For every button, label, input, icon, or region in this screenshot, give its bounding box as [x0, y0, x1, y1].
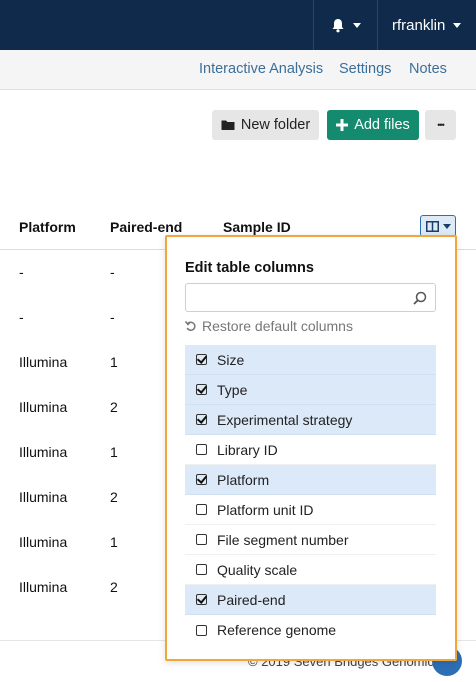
column-option-label: Paired-end [217, 591, 286, 608]
cell-platform: Illumina [19, 399, 68, 415]
cell-platform: Illumina [19, 489, 68, 505]
column-option-platform[interactable]: Platform [185, 465, 436, 495]
cell-paired-end: - [110, 309, 115, 325]
column-option-label: Platform [217, 471, 270, 488]
checkbox-unchecked[interactable] [196, 534, 207, 545]
edit-columns-popover: Edit table columns Restore default colum… [165, 235, 457, 661]
search-icon [413, 291, 427, 305]
column-option-label: Library ID [217, 441, 278, 458]
more-actions-button[interactable]: ••• [425, 110, 456, 140]
cell-paired-end: 2 [110, 489, 118, 505]
ellipsis-icon: ••• [437, 120, 445, 130]
chevron-down-icon [352, 22, 361, 28]
username-label: rfranklin [392, 16, 446, 34]
column-settings-button[interactable] [420, 215, 456, 237]
cell-paired-end: 1 [110, 444, 118, 460]
column-search-input[interactable] [185, 283, 436, 312]
checkbox-checked[interactable] [196, 594, 207, 605]
column-option-label: Experimental strategy [217, 411, 353, 428]
column-option-reference-genome[interactable]: Reference genome [185, 615, 436, 645]
cell-platform: Illumina [19, 444, 68, 460]
column-header-paired-end[interactable]: Paired-end [110, 219, 182, 235]
nav-link-settings[interactable]: Settings [339, 61, 391, 77]
checkbox-checked[interactable] [196, 384, 207, 395]
cell-platform: - [19, 264, 24, 280]
add-files-label: Add files [354, 117, 410, 133]
column-option-label: Size [217, 351, 245, 368]
new-folder-button[interactable]: New folder [212, 110, 319, 140]
column-option-paired-end[interactable]: Paired-end [185, 585, 436, 615]
column-option-size[interactable]: Size [185, 345, 436, 375]
cell-platform: Illumina [19, 579, 68, 595]
column-option-label: Reference genome [217, 622, 337, 638]
column-option-type[interactable]: Type [185, 375, 436, 405]
cell-platform: - [19, 309, 24, 325]
folder-icon [221, 120, 235, 130]
checkbox-checked[interactable] [196, 474, 207, 485]
checkbox-unchecked[interactable] [196, 444, 207, 455]
checkbox-unchecked[interactable] [196, 504, 207, 515]
top-navbar: rfranklin [0, 0, 476, 50]
cell-platform: Illumina [19, 354, 68, 370]
columns-icon [425, 220, 439, 232]
cell-paired-end: 1 [110, 534, 118, 550]
cell-paired-end: 2 [110, 579, 118, 595]
restore-default-columns-link[interactable]: Restore default columns [185, 318, 353, 334]
column-header-sample-id[interactable]: Sample ID [223, 219, 291, 235]
user-menu[interactable]: rfranklin [377, 0, 476, 50]
column-option-label: Quality scale [217, 561, 298, 578]
cell-paired-end: - [110, 264, 115, 280]
checkbox-checked[interactable] [196, 354, 207, 365]
column-option-quality-scale[interactable]: Quality scale [185, 555, 436, 585]
column-option-experimental-strategy[interactable]: Experimental strategy [185, 405, 436, 435]
nav-link-interactive-analysis[interactable]: Interactive Analysis [199, 61, 323, 77]
project-subnav: Interactive Analysis Settings Notes [0, 50, 476, 90]
plus-icon [336, 119, 349, 131]
notifications-menu[interactable] [313, 0, 377, 50]
column-option-library-id[interactable]: Library ID [185, 435, 436, 465]
cell-paired-end: 2 [110, 399, 118, 415]
popover-title: Edit table columns [185, 260, 314, 276]
cell-paired-end: 1 [110, 354, 118, 370]
bell-icon [332, 18, 343, 32]
chevron-down-icon [453, 22, 462, 28]
nav-link-notes[interactable]: Notes [409, 61, 447, 77]
column-header-platform[interactable]: Platform [19, 219, 76, 235]
checkbox-unchecked[interactable] [196, 624, 207, 636]
undo-icon [185, 321, 196, 331]
new-folder-label: New folder [240, 117, 311, 133]
restore-label: Restore default columns [202, 318, 353, 334]
add-files-button[interactable]: Add files [327, 110, 419, 140]
cell-platform: Illumina [19, 534, 68, 550]
column-option-platform-unit-id[interactable]: Platform unit ID [185, 495, 436, 525]
column-option-file-segment-number[interactable]: File segment number [185, 525, 436, 555]
checkbox-checked[interactable] [196, 414, 207, 425]
chevron-down-icon [442, 223, 451, 229]
column-option-label: Platform unit ID [217, 501, 314, 518]
column-option-label: File segment number [217, 531, 349, 548]
checkbox-unchecked[interactable] [196, 564, 207, 575]
column-option-label: Type [217, 381, 248, 398]
